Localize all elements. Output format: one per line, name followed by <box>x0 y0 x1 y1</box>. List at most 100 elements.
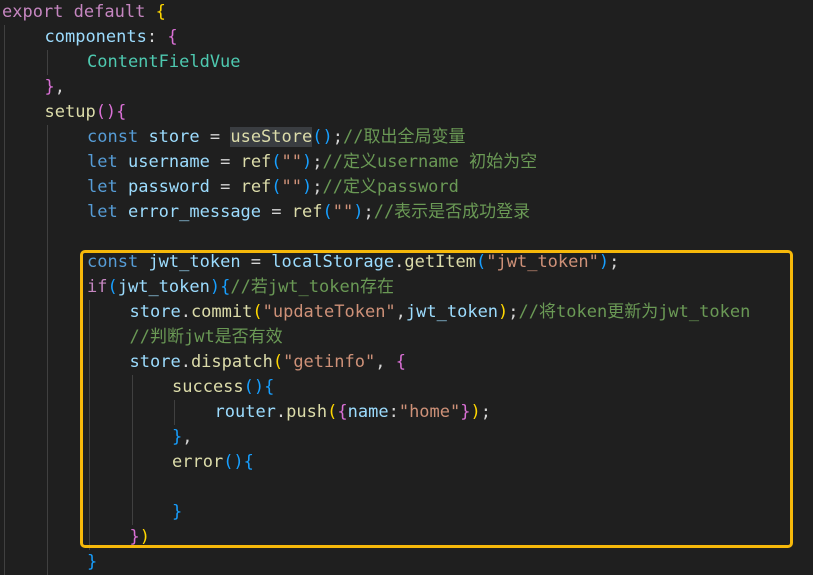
code-token: const <box>87 127 139 147</box>
indent-guide <box>131 450 133 475</box>
code-token: //将token更新为jwt_token <box>518 302 751 322</box>
code-token: = <box>209 177 241 197</box>
code-token: //判断jwt是否有效 <box>129 327 283 347</box>
indent-guide <box>89 350 90 375</box>
code-token: { <box>243 452 254 472</box>
code-token: ( <box>272 352 284 372</box>
indent-guide <box>131 475 133 500</box>
selected-word-highlight: useStore <box>230 127 313 147</box>
code-line[interactable]: //判断jwt是否有效 <box>130 325 283 350</box>
indent-guide <box>46 350 48 375</box>
indent-guide <box>4 450 5 475</box>
indent-guide <box>89 450 90 475</box>
indent-guide <box>46 450 48 475</box>
code-token: ; <box>480 402 491 422</box>
indent-guide <box>4 400 5 425</box>
code-token: ( <box>107 277 118 297</box>
code-line[interactable]: let error_message = ref("");//表示是否成功登录 <box>87 200 530 225</box>
code-token: success <box>172 377 244 397</box>
indent-guide <box>4 350 5 375</box>
code-line[interactable]: error(){ <box>172 450 254 475</box>
code-line[interactable]: components: { <box>45 25 178 50</box>
code-token: "updateToken" <box>262 302 396 322</box>
indent-guide <box>89 400 90 425</box>
code-token: localStorage <box>271 252 395 272</box>
code-token: . <box>180 302 191 322</box>
code-line[interactable]: } <box>87 550 97 575</box>
code-token: store <box>129 302 181 322</box>
indent-guide <box>46 400 48 425</box>
code-line[interactable]: router.push({name:"home"}); <box>215 400 492 425</box>
code-token: ) <box>139 527 150 547</box>
code-line[interactable]: }, <box>172 425 193 450</box>
code-token: = <box>199 127 231 147</box>
code-line[interactable]: const jwt_token = localStorage.getItem("… <box>87 250 619 275</box>
code-token: ; <box>312 152 323 172</box>
indent-guide <box>4 325 5 350</box>
code-line[interactable]: } <box>172 500 182 525</box>
indent-guide <box>89 500 90 525</box>
code-line[interactable]: const store = useStore();//取出全局变量 <box>87 125 465 150</box>
code-line[interactable]: store.commit("updateToken",jwt_token);//… <box>130 300 751 325</box>
code-line[interactable]: success(){ <box>172 375 274 400</box>
code-token: "getinfo" <box>283 352 376 372</box>
indent-guide <box>4 100 5 125</box>
code-line[interactable]: if(jwt_token){//若jwt_token存在 <box>87 275 394 300</box>
indent-guide <box>89 325 90 350</box>
code-token: , <box>182 427 193 447</box>
code-line[interactable]: setup(){ <box>45 100 127 125</box>
indent-guide <box>4 200 5 225</box>
indent-guide <box>4 125 5 150</box>
indent-guide <box>46 225 48 250</box>
indent-guide <box>131 400 133 425</box>
indent-guide <box>89 525 90 550</box>
indent-guide <box>4 525 5 550</box>
code-token: "" <box>332 202 354 222</box>
indent-guide <box>131 500 133 525</box>
code-token: ( <box>271 177 282 197</box>
code-line[interactable]: }) <box>130 525 151 550</box>
code-token: name <box>347 402 389 422</box>
code-token: ; <box>312 177 323 197</box>
code-line[interactable]: store.dispatch("getinfo", { <box>130 350 406 375</box>
indent-guide <box>46 150 48 175</box>
code-line[interactable]: ContentFieldVue <box>87 50 241 75</box>
code-token: () <box>243 377 265 397</box>
code-token: setup <box>44 102 96 122</box>
indent-guide <box>46 550 48 575</box>
indent-guide <box>46 300 48 325</box>
code-token: default <box>73 2 146 22</box>
code-line[interactable]: let password = ref("");//定义password <box>87 175 459 200</box>
code-token: { <box>116 102 127 122</box>
code-token: ; <box>508 302 519 322</box>
code-token: = <box>209 152 241 172</box>
code-token: ) <box>353 202 364 222</box>
code-token: error_message <box>127 202 262 222</box>
code-token: ) <box>498 302 509 322</box>
code-token: { <box>264 377 275 397</box>
indent-guide <box>4 475 5 500</box>
indent-guide <box>174 400 175 425</box>
code-token: ref <box>240 177 272 197</box>
code-token: router <box>214 402 276 422</box>
code-token: let <box>87 177 118 197</box>
code-line[interactable]: }, <box>45 75 66 100</box>
code-token: { <box>337 402 348 422</box>
code-token: , <box>395 302 406 322</box>
code-line[interactable]: export default { <box>2 0 166 25</box>
code-token: : <box>388 402 399 422</box>
indent-guide <box>46 475 48 500</box>
code-token: ) <box>470 402 481 422</box>
code-token: { <box>155 2 166 22</box>
code-line[interactable]: let username = ref("");//定义username 初始为空 <box>87 150 537 175</box>
code-token: . <box>275 402 287 422</box>
code-token: if <box>87 277 108 297</box>
code-editor[interactable]: export default {components: {ContentFiel… <box>0 0 813 575</box>
code-token: ( <box>322 202 333 222</box>
code-token: = <box>261 202 292 222</box>
